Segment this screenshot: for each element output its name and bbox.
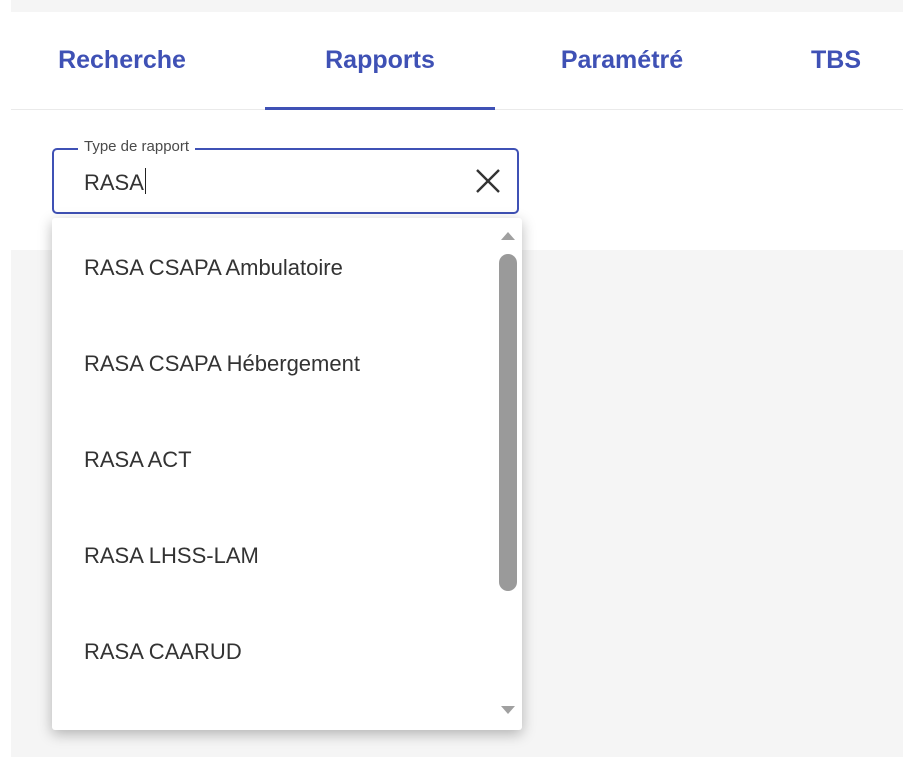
- tab-tbs[interactable]: TBS: [751, 12, 903, 109]
- text-caret: [144, 168, 146, 194]
- dropdown-scrollbar[interactable]: [498, 224, 518, 724]
- option-rasa-lhss-lam[interactable]: RASA LHSS-LAM: [52, 508, 492, 604]
- report-type-input[interactable]: RASA: [84, 168, 146, 196]
- arrow-down-icon[interactable]: [501, 706, 515, 714]
- arrow-up-icon[interactable]: [501, 232, 515, 240]
- page: Recherche Rapports Paramétré TBS Type de…: [0, 0, 903, 757]
- top-strip: [11, 0, 903, 12]
- tab-parametre[interactable]: Paramétré: [511, 12, 733, 109]
- tab-rapports[interactable]: Rapports: [265, 12, 495, 110]
- report-type-dropdown: RASA CSAPA Ambulatoire RASA CSAPA Héberg…: [52, 218, 522, 730]
- scrollbar-thumb[interactable]: [499, 254, 517, 591]
- tab-bar: Recherche Rapports Paramétré TBS: [11, 12, 903, 110]
- report-type-value: RASA: [84, 170, 144, 195]
- option-rasa-caarud[interactable]: RASA CAARUD: [52, 604, 492, 700]
- option-rasa-act[interactable]: RASA ACT: [52, 412, 492, 508]
- option-rasa-csapa-ambulatoire[interactable]: RASA CSAPA Ambulatoire: [52, 220, 492, 316]
- clear-button[interactable]: [473, 166, 503, 196]
- report-type-label: Type de rapport: [78, 138, 196, 155]
- option-rasa-csapa-hebergement[interactable]: RASA CSAPA Hébergement: [52, 316, 492, 412]
- close-icon: [476, 169, 500, 193]
- tab-recherche[interactable]: Recherche: [11, 12, 233, 109]
- report-type-field[interactable]: Type de rapport RASA: [52, 138, 519, 214]
